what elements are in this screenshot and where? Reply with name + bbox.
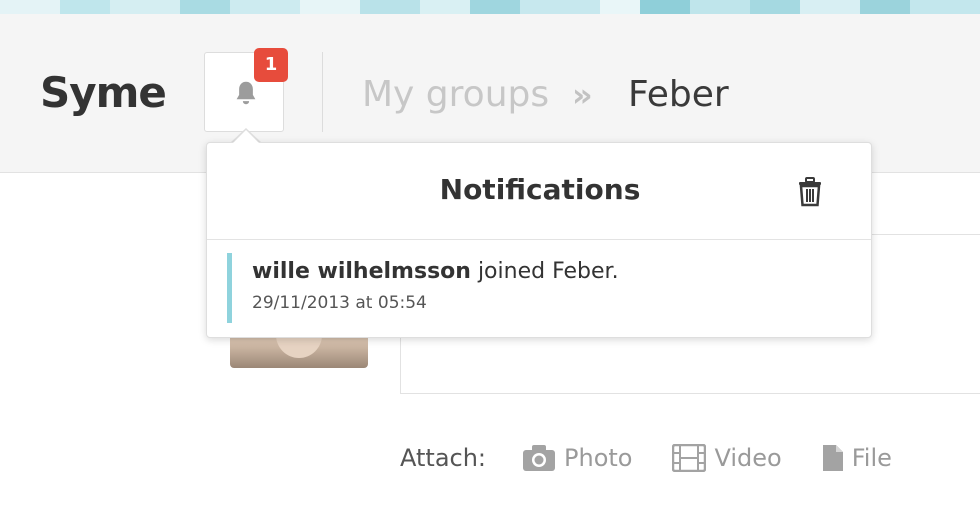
attach-photo-button[interactable]: Photo [522,444,632,472]
header-divider [322,52,323,132]
attach-photo-label: Photo [564,444,633,472]
file-icon [822,445,843,471]
notifications-title: Notifications [439,173,641,206]
notification-user[interactable]: wille wilhelmsson [252,259,471,284]
camera-icon [523,445,556,471]
breadcrumb-separator: » [572,76,593,114]
notification-item[interactable]: wille wilhelmsson joined Feber. 29/11/20… [227,253,847,323]
clear-notifications-button[interactable] [797,177,823,211]
attach-video-label: Video [714,444,782,472]
attach-label: Attach: [400,444,487,472]
notification-action: joined Feber. [470,259,619,284]
attach-toolbar: Attach: Photo Video File [400,440,932,476]
bell-icon [236,81,256,105]
notification-text: wille wilhelmsson joined Feber. [252,257,847,287]
film-icon [672,444,707,472]
brand-logo[interactable]: Syme [40,68,167,117]
popover-arrow [232,130,260,144]
notifications-popover: Notifications wille wilhelmsson joined F… [206,142,872,338]
popover-divider [207,239,871,240]
attach-file-button[interactable]: File [822,444,892,472]
top-decorative-strip [0,0,980,14]
breadcrumb-current-group: Feber [628,74,729,115]
breadcrumb-my-groups[interactable]: My groups [362,74,549,115]
attach-file-label: File [851,444,892,472]
attach-video-button[interactable]: Video [672,444,782,472]
trash-icon [799,177,821,207]
notification-count-badge: 1 [254,48,288,82]
notification-timestamp: 29/11/2013 at 05:54 [252,293,427,313]
